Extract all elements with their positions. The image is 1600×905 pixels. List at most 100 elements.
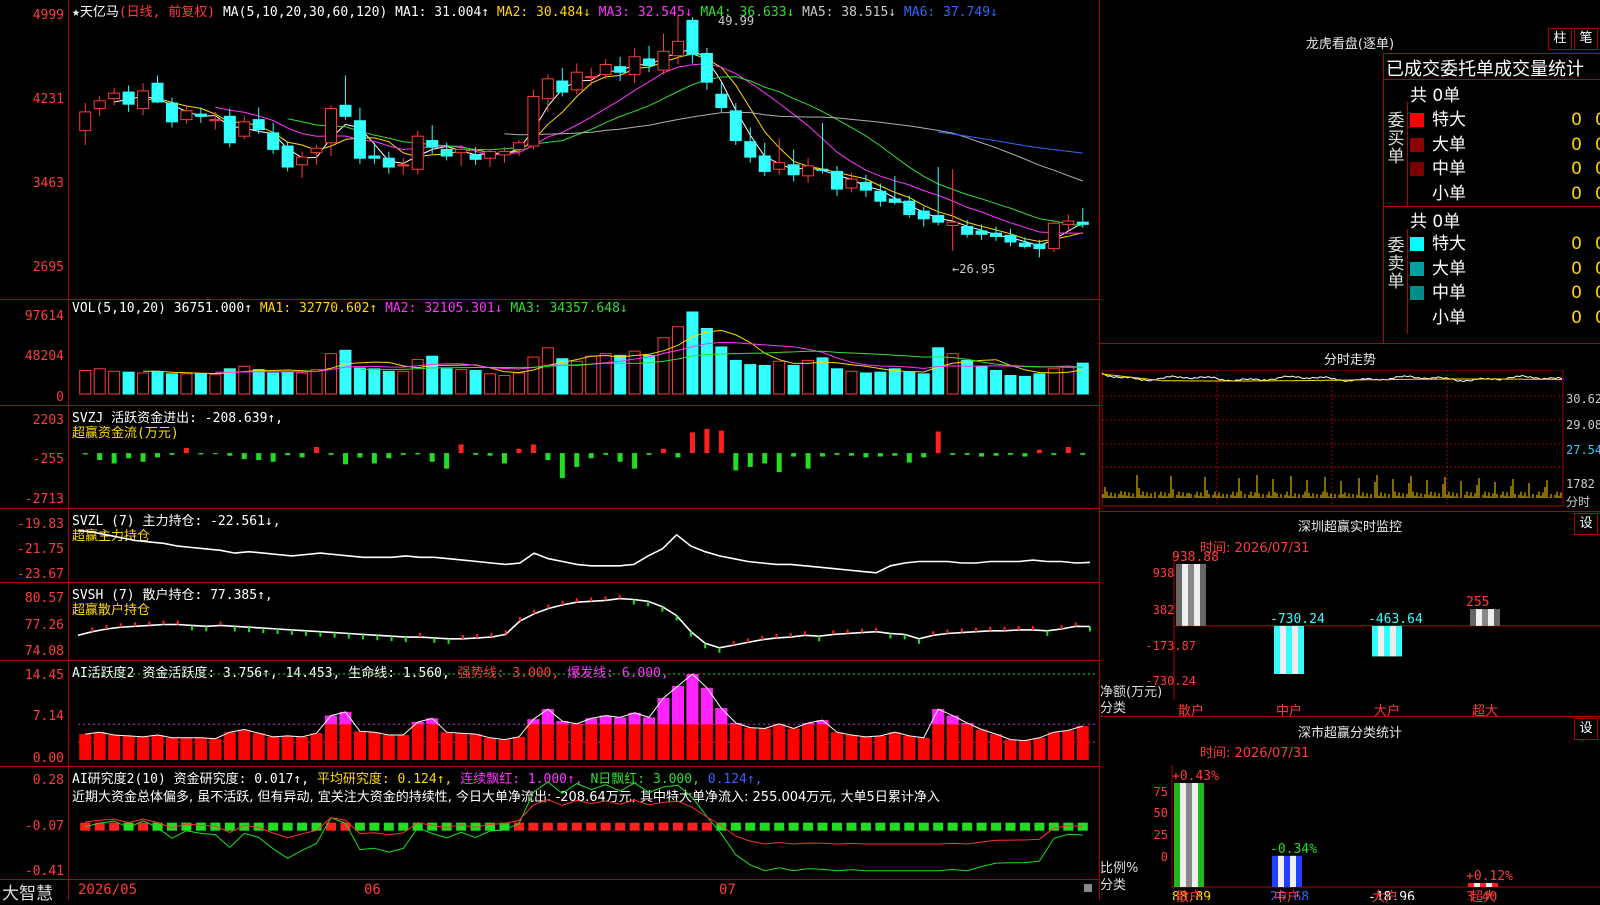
buy-row: 大单00% [1410, 130, 1600, 152]
avg-research-line [85, 800, 1083, 844]
research-bar [456, 823, 466, 831]
sz-bar-stripe [1372, 626, 1378, 657]
activity-bar [426, 718, 438, 760]
research-bar [904, 823, 914, 831]
research-bar [948, 823, 958, 831]
research-bar [977, 823, 987, 831]
fund-flow-bar [603, 453, 608, 455]
research-bar [861, 823, 871, 831]
volume-bar [571, 361, 582, 394]
buy-row: 小单00% [1410, 179, 1600, 201]
activity-bar-top [947, 716, 959, 725]
buy-row: 特大00% [1410, 105, 1600, 127]
activity-bar [267, 737, 279, 760]
color-swatch [1410, 113, 1424, 127]
activity-bar-top [614, 717, 626, 724]
research-bar [890, 823, 900, 831]
class-bar-stripe [1290, 856, 1296, 887]
sz-monitor-settings-button[interactable]: 设 [1574, 513, 1598, 535]
volume-bar [513, 373, 524, 394]
row-count: 0 [1552, 110, 1582, 130]
sz-bar-value: 255 [1466, 595, 1489, 610]
fund-flow-bar [401, 453, 406, 455]
fenshi-title: 分时走势 [1100, 349, 1600, 368]
candle-body [166, 103, 177, 122]
fund-flow-bar [560, 453, 565, 478]
separator [1383, 53, 1384, 343]
research-bar [919, 823, 929, 831]
sell-row: 小单00% [1410, 303, 1600, 325]
volume-bar [253, 370, 264, 394]
activity-bar [773, 724, 785, 760]
volume-bar [138, 373, 149, 394]
lhb-title: 龙虎看盘(逐单) [1100, 33, 1600, 52]
activity-bar [470, 734, 482, 760]
sz-bar-stripe [1494, 609, 1500, 626]
fund-flow-bar [921, 453, 926, 457]
research-bar [731, 823, 741, 831]
activity-bar [759, 729, 771, 760]
class-pct-label: +0.43% [1172, 769, 1219, 784]
volume-bar [441, 369, 452, 394]
candle-body [586, 77, 597, 78]
sz-bar-stripe [1488, 609, 1494, 626]
fund-flow-bar [415, 453, 420, 454]
fund-flow-bar [806, 453, 811, 469]
activity-bar [831, 732, 843, 760]
fund-flow-bar [343, 453, 348, 464]
row-percent: 0% [1582, 259, 1600, 279]
volume-bar [889, 369, 900, 394]
activity-bar [123, 736, 135, 760]
volume-bar [817, 358, 828, 394]
volume-bar [672, 327, 683, 394]
research-bar [369, 823, 379, 831]
class-bar-stripe [1284, 856, 1290, 887]
research-bar [687, 823, 697, 831]
row-percent: 0% [1582, 159, 1600, 179]
volume-bar [788, 365, 799, 394]
research-bar [1020, 823, 1030, 831]
research-bar [803, 823, 813, 831]
fenshi-chart[interactable] [1100, 370, 1566, 510]
fund-flow-bar [256, 453, 261, 460]
sz-class-settings-button[interactable]: 设 [1574, 718, 1598, 740]
candle-body [629, 57, 640, 75]
research-bar [572, 823, 582, 831]
volume-bar [759, 365, 770, 394]
class-bar-stripe [1272, 856, 1278, 887]
class-bar-stripe [1296, 856, 1302, 887]
activity-bar [94, 732, 106, 760]
activity-bar [1033, 738, 1045, 760]
candle-body [672, 41, 683, 55]
fund-flow-bar [704, 429, 709, 453]
sz-bar-stripe [1482, 609, 1488, 626]
fund-flow-bar [473, 453, 478, 455]
candle-body [470, 155, 481, 159]
candle-body [499, 152, 510, 155]
candle-body [1005, 235, 1016, 242]
fund-flow-bar [357, 453, 362, 457]
fund-flow-bar [531, 444, 536, 453]
activity-bar-top [658, 698, 670, 724]
activity-bar-top [542, 709, 554, 724]
pen-mode-button[interactable]: 笔 [1574, 28, 1598, 50]
volume-bar [832, 369, 843, 394]
fund-flow-bar [965, 453, 970, 455]
row-percent: 0% [1582, 110, 1600, 130]
research-bar [210, 823, 220, 831]
activity-bar [744, 728, 756, 760]
main-chart-region[interactable]: ★天亿马(日线, 前复权) MA(5,10,20,30,60,120) MA1:… [0, 0, 1100, 900]
research-bar [933, 823, 943, 831]
volume-bar [412, 360, 423, 394]
volume-bar [644, 355, 655, 394]
sz-bar-group [1176, 564, 1206, 626]
volume-bar [701, 328, 712, 394]
bar-mode-button[interactable]: 柱 [1548, 28, 1572, 50]
sz-bar-value: 938.88 [1172, 550, 1219, 565]
fund-flow-bar [979, 453, 984, 456]
volume-bar [745, 365, 756, 394]
candle-body [239, 122, 250, 136]
sz-bar-stripe [1280, 626, 1286, 674]
sell-side-label: 委卖单 [1386, 237, 1406, 291]
sz-class-chart: +0.43%88.89-0.34%26.68-18.96+0.12%3.40 [1100, 755, 1600, 900]
